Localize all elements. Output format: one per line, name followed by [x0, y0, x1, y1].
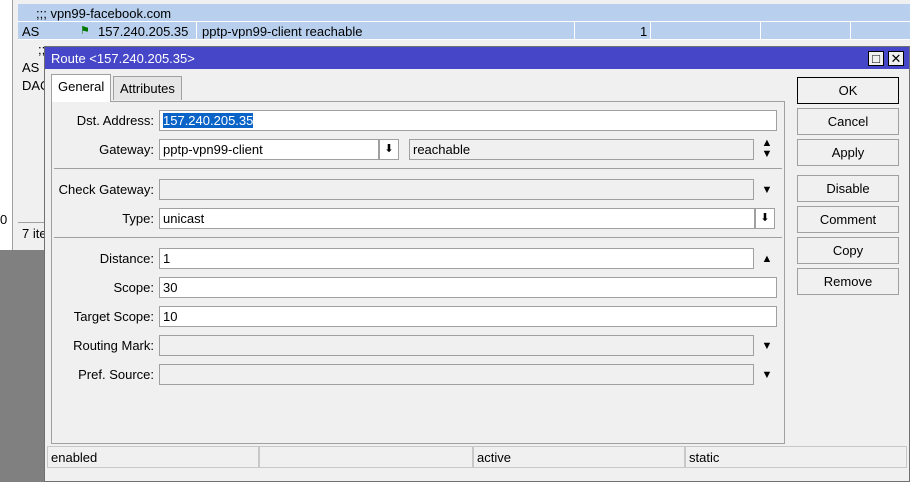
distance-field[interactable]: 1 [159, 248, 754, 269]
routing-mark-dropdown-icon[interactable]: ▼ [759, 340, 775, 352]
comment-button[interactable]: Comment [797, 206, 899, 233]
table-row[interactable]: AS ⚑ 157.240.205.35 pptp-vpn99-client re… [18, 22, 910, 40]
scope-field[interactable]: 30 [159, 277, 777, 298]
gateway-status-field: reachable [409, 139, 754, 160]
status-enabled: enabled [47, 446, 259, 468]
status-active: active [473, 446, 685, 468]
distance-collapse-icon[interactable]: ▲ [759, 253, 775, 265]
tab-attributes[interactable]: Attributes [113, 76, 182, 100]
gateway-cell: pptp-vpn99-client reachable [202, 24, 363, 39]
type-dropdown-icon[interactable]: ⬇ [755, 208, 775, 229]
target-scope-field[interactable]: 10 [159, 306, 777, 327]
check-gateway-field[interactable] [159, 179, 754, 200]
pref-source-field[interactable] [159, 364, 754, 385]
distance-cell: 1 [640, 24, 648, 39]
disable-button[interactable]: Disable [797, 175, 899, 202]
target-scope-label: Target Scope: [73, 309, 154, 324]
list-item-comment[interactable]: ;;; vpn99-facebook.com [18, 4, 910, 22]
copy-button[interactable]: Copy [797, 237, 899, 264]
dst-address-field[interactable]: 157.240.205.35 [159, 110, 777, 131]
tab-general[interactable]: General [51, 74, 112, 102]
check-gateway-label: Check Gateway: [58, 182, 154, 197]
type-label: Type: [122, 211, 154, 226]
ok-button[interactable]: OK [797, 77, 899, 104]
status-bar: enabled active static [45, 444, 909, 470]
gateway-updown-icon[interactable]: ▲ ▼ [759, 138, 775, 160]
divider [54, 168, 782, 169]
scope-label: Scope: [113, 280, 154, 295]
flag-icon: ⚑ [80, 25, 90, 37]
gateway-dropdown-icon[interactable]: ⬇ [379, 139, 399, 160]
divider [54, 237, 782, 238]
close-icon[interactable]: ✕ [888, 51, 904, 66]
gateway-label: Gateway: [99, 142, 154, 157]
pref-source-dropdown-icon[interactable]: ▼ [759, 369, 775, 381]
gateway-field[interactable]: pptp-vpn99-client [159, 139, 379, 160]
dialog-title: Route <157.240.205.35> [51, 51, 195, 66]
routing-mark-label: Routing Mark: [73, 338, 154, 353]
distance-label: Distance: [99, 251, 154, 266]
pref-source-label: Pref. Source: [78, 367, 154, 382]
type-field[interactable]: unicast [159, 208, 755, 229]
flags-cell: AS [22, 24, 40, 39]
apply-button[interactable]: Apply [797, 139, 899, 166]
check-gateway-dropdown-icon[interactable]: ▼ [759, 184, 775, 196]
status-empty [259, 446, 473, 468]
remove-button[interactable]: Remove [797, 268, 899, 295]
general-panel: Dst. Address: 157.240.205.35 Gateway: pp… [51, 101, 785, 444]
restore-icon[interactable]: □ [868, 51, 884, 66]
dst-cell: 157.240.205.35 [98, 24, 189, 39]
flags-row-partial: AS [22, 60, 40, 75]
dst-address-label: Dst. Address: [76, 113, 154, 128]
routing-mark-field[interactable] [159, 335, 754, 356]
comment-text: ;;; vpn99-facebook.com [36, 6, 172, 21]
status-static: static [685, 446, 907, 468]
cancel-button[interactable]: Cancel [797, 108, 899, 135]
title-bar[interactable]: Route <157.240.205.35> □ ✕ [45, 47, 909, 69]
route-dialog: Route <157.240.205.35> □ ✕ General Attri… [44, 46, 910, 482]
left-status: 0 [0, 212, 8, 227]
